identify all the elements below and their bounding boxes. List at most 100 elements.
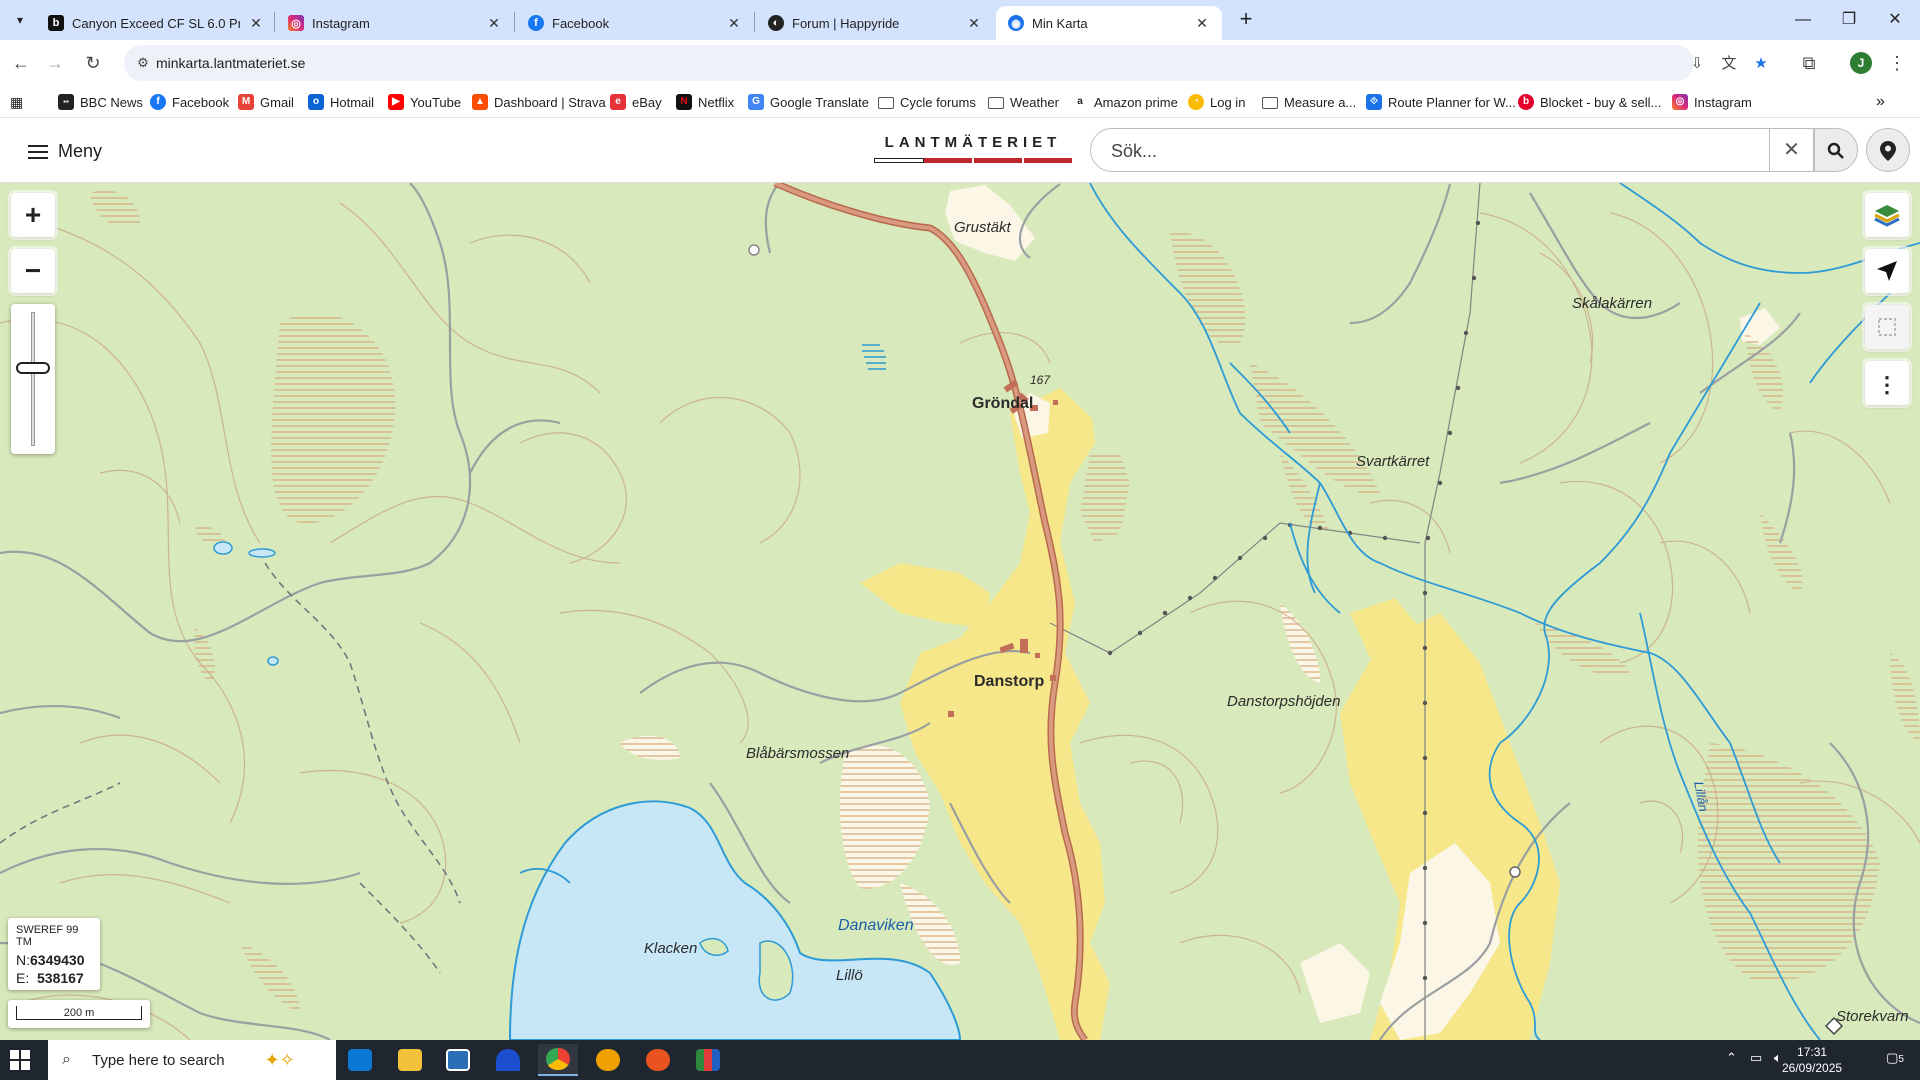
zoom-slider[interactable] [11, 304, 55, 454]
bookmark-facebook[interactable]: f Facebook [150, 92, 229, 112]
bookmark-folder-measure[interactable]: Measure a... [1262, 92, 1356, 112]
notification-center-icon[interactable]: ▢5 [1880, 1050, 1910, 1066]
restore-button[interactable]: ❐ [1826, 6, 1872, 34]
folder-icon [398, 1049, 422, 1071]
taskbar-search[interactable]: ⌕ Type here to search ✦✧ [48, 1040, 336, 1080]
install-app-icon[interactable]: ⇩ [1686, 53, 1708, 75]
bookmark-gmail[interactable]: M Gmail [238, 92, 294, 112]
taskbar-store[interactable] [340, 1044, 380, 1076]
extensions-icon[interactable]: ⧉ [1796, 50, 1822, 76]
store-icon [348, 1049, 372, 1071]
bookmark-blocket[interactable]: b Blocket - buy & sell... [1518, 92, 1661, 112]
zoom-slider-handle[interactable] [16, 362, 50, 374]
tab-min-karta[interactable]: ◉ Min Karta ✕ [996, 6, 1222, 40]
volume-icon[interactable]: 🔈︎ [1774, 1050, 1782, 1066]
reload-button[interactable]: ↻ [80, 50, 106, 76]
pond-west-2 [248, 548, 276, 558]
folder-icon [1262, 97, 1278, 109]
lantmateriet-icon: ◉ [1008, 15, 1024, 31]
youtube-icon: ▶ [388, 94, 404, 110]
taskbar-file-explorer[interactable] [390, 1044, 430, 1076]
label-lillo: Lillö [836, 967, 863, 984]
layers-icon [1874, 205, 1900, 227]
more-options-icon[interactable]: ⋮ [1884, 50, 1910, 76]
zoom-out-button[interactable]: − [11, 249, 55, 293]
layers-button[interactable] [1865, 193, 1909, 237]
tab-happyride[interactable]: ◐ Forum | Happyride ✕ [756, 6, 994, 40]
bookmark-google-translate[interactable]: G Google Translate [748, 92, 869, 112]
tab-search-button[interactable]: ▾ [8, 8, 32, 32]
outlook-icon: o [308, 94, 324, 110]
url-text[interactable]: minkarta.lantmateriet.se [156, 55, 305, 71]
menu-button[interactable]: Meny [28, 141, 102, 162]
navigation-arrow-icon [1877, 261, 1897, 281]
bookmark-route-planner[interactable]: ⟐ Route Planner for W... [1366, 92, 1516, 112]
close-window-button[interactable]: ✕ [1872, 6, 1918, 34]
label-elevation: 167 [1030, 373, 1051, 387]
forward-button[interactable]: → [42, 50, 68, 76]
bookmark-hotmail[interactable]: o Hotmail [308, 92, 374, 112]
bookmark-strava[interactable]: ▲ Dashboard | Strava [472, 92, 606, 112]
measure-area-button[interactable] [1865, 305, 1909, 349]
map-point-marker [748, 244, 760, 256]
more-tools-button[interactable]: ⋮ [1865, 361, 1909, 405]
bookmark-youtube[interactable]: ▶ YouTube [388, 92, 461, 112]
close-icon[interactable]: ✕ [248, 15, 264, 31]
apps-grid-icon[interactable]: ▦ [10, 92, 23, 112]
facebook-icon: f [150, 94, 166, 110]
bookmark-amazon-prime[interactable]: a Amazon prime [1072, 92, 1178, 112]
close-icon[interactable]: ✕ [486, 15, 502, 31]
label-danaviken: Danaviken [838, 917, 914, 934]
power-poles [1107, 220, 1481, 981]
my-location-button[interactable] [1865, 249, 1909, 293]
bookmark-star-icon[interactable]: ★ [1750, 53, 1772, 75]
chrome-icon [546, 1048, 570, 1070]
tab-facebook[interactable]: f Facebook ✕ [516, 6, 754, 40]
taskbar-app-6[interactable] [588, 1044, 628, 1076]
more-bookmarks-chevron-icon[interactable]: » [1876, 92, 1885, 112]
zoom-in-button[interactable]: + [11, 193, 55, 237]
bookmark-netflix[interactable]: N Netflix [676, 92, 734, 112]
tab-canyon[interactable]: b Canyon Exceed CF SL 6.0 Pro Ra ✕ [36, 6, 276, 40]
address-bar[interactable]: ⚙ minkarta.lantmateriet.se ⇩ 文 ★ [124, 45, 1768, 81]
tab-instagram[interactable]: ◎ Instagram ✕ [276, 6, 514, 40]
taskbar-clock[interactable]: 17:31 26/09/2025 [1782, 1044, 1842, 1076]
back-button[interactable]: ← [8, 50, 34, 76]
bookmark-ebay[interactable]: e eBay [610, 92, 662, 112]
folder-icon [878, 97, 894, 109]
topographic-map[interactable]: Grustäkt Gröndal 167 Danstorp Danstorpsh… [0, 183, 1920, 1040]
north-coordinate: 6349430 [30, 952, 85, 968]
bookmark-folder-weather[interactable]: Weather [988, 92, 1059, 112]
gmail-icon: M [238, 94, 254, 110]
clear-search-button[interactable]: ✕ [1770, 128, 1814, 172]
location-pin-button[interactable] [1866, 128, 1910, 172]
bookmark-bbc-news[interactable]: ▪▪ BBC News [58, 92, 143, 112]
close-icon[interactable]: ✕ [726, 15, 742, 31]
bookmark-log-in[interactable]: ◔ Log in [1188, 92, 1245, 112]
taskbar-app-8[interactable] [688, 1044, 728, 1076]
close-icon[interactable]: ✕ [966, 15, 982, 31]
label-blabarsmossen: Blåbärsmossen [746, 745, 850, 762]
taskbar-app-4[interactable] [488, 1044, 528, 1076]
search-input[interactable] [1111, 139, 1691, 163]
translate-icon[interactable]: 文 [1718, 53, 1740, 75]
bookmark-folder-cycle-forums[interactable]: Cycle forums [878, 92, 976, 112]
scale-bar: 200 m [8, 1000, 150, 1028]
bookmark-instagram[interactable]: ◎ Instagram [1672, 92, 1752, 112]
search-highlight-icon: ✦✧ [264, 1049, 295, 1070]
site-info-icon[interactable]: ⚙ [134, 54, 152, 72]
close-icon[interactable]: ✕ [1194, 15, 1210, 31]
location-pin-icon [1880, 141, 1896, 161]
windows-start-icon[interactable] [10, 1050, 30, 1070]
taskbar-chrome[interactable] [538, 1044, 578, 1076]
minimize-button[interactable]: — [1780, 6, 1826, 34]
taskbar-app-3[interactable] [438, 1044, 478, 1076]
taskbar-app-7[interactable] [638, 1044, 678, 1076]
network-icon[interactable]: ▭ [1750, 1050, 1762, 1066]
facebook-icon: f [528, 15, 544, 31]
new-tab-button[interactable]: + [1234, 8, 1258, 32]
chevron-up-icon[interactable]: ⌃ [1726, 1050, 1737, 1066]
search-button[interactable] [1814, 128, 1858, 172]
pond-small [267, 656, 279, 666]
profile-avatar[interactable]: J [1850, 52, 1872, 74]
